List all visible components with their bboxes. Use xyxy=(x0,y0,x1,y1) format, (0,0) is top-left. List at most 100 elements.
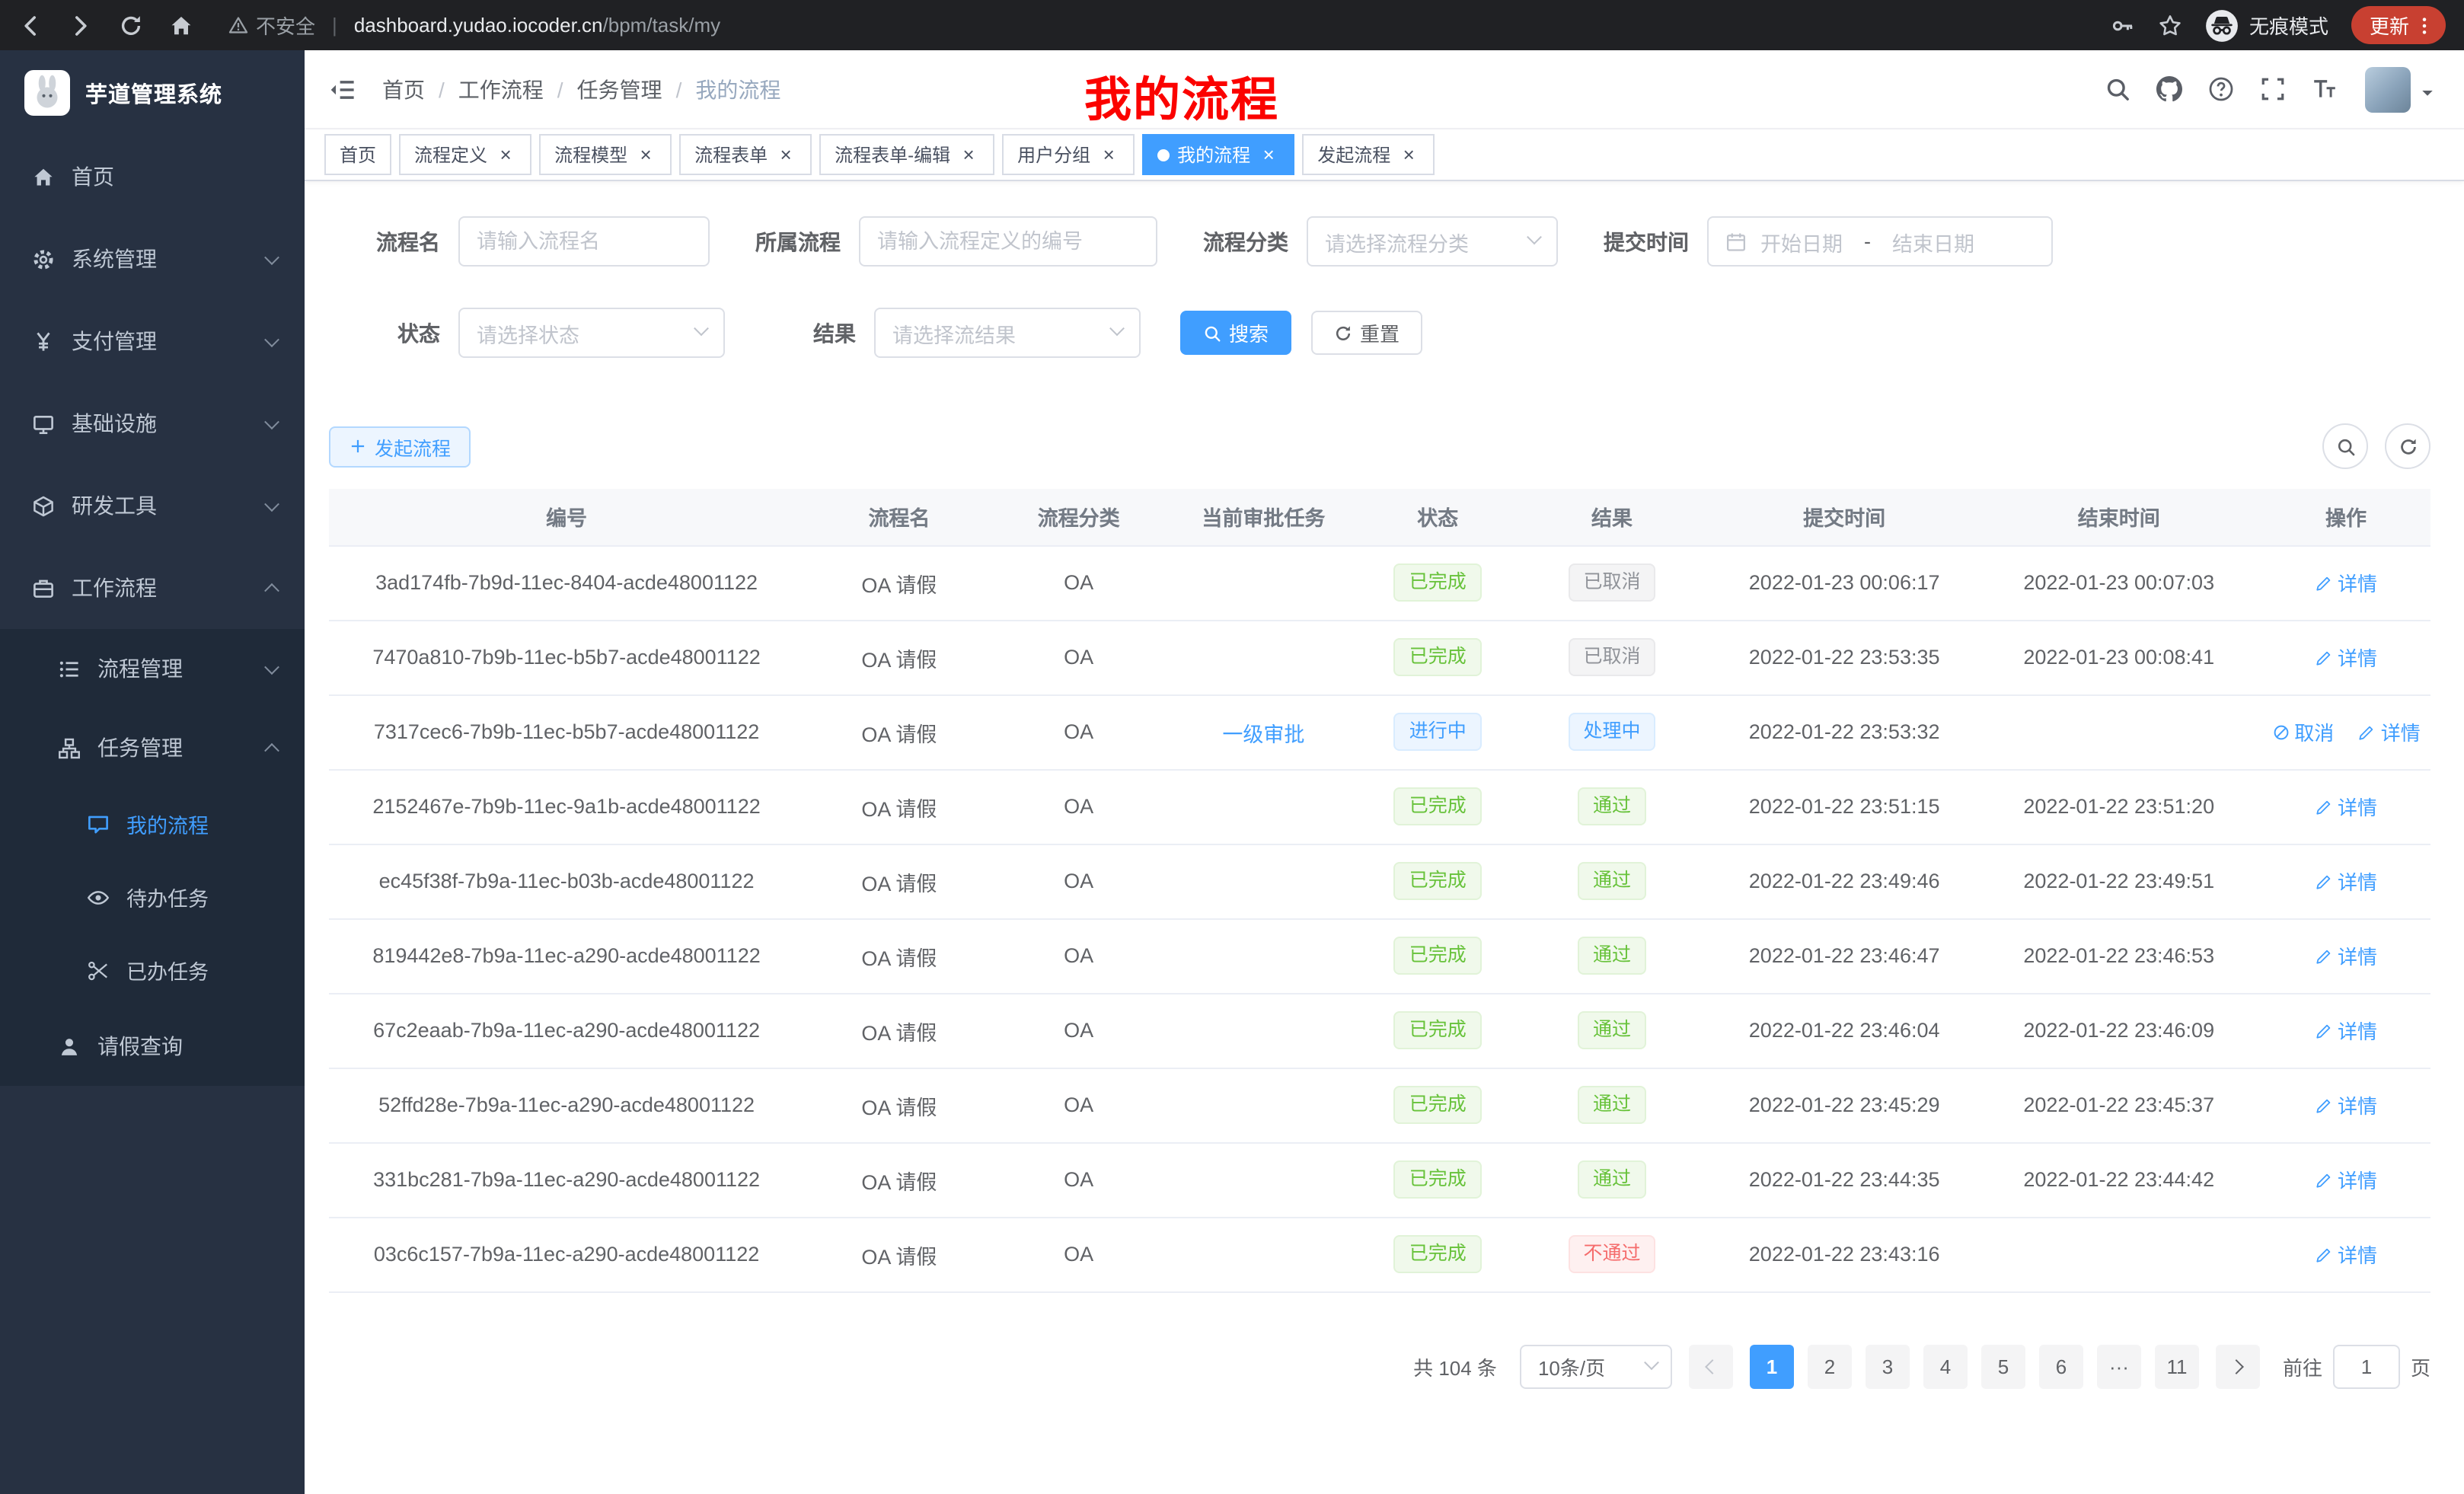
tab[interactable]: 流程表单 × xyxy=(679,134,812,175)
browser-menu-icon[interactable] xyxy=(2414,14,2435,36)
detail-action[interactable]: 详情 xyxy=(2315,792,2377,821)
sidebar-item[interactable]: 支付管理 xyxy=(0,300,305,382)
browser-reload-icon[interactable] xyxy=(119,13,143,37)
result-field: 结果 请选择流结果 xyxy=(764,308,1141,358)
tab[interactable]: 发起流程 × xyxy=(1302,134,1435,175)
not-secure-badge[interactable]: 不安全 xyxy=(228,11,315,40)
table-row: 331bc281-7b9a-11ec-a290-acde48001122 OA … xyxy=(329,1142,2430,1217)
sidebar-item[interactable]: 请假查询 xyxy=(0,1007,305,1086)
detail-action[interactable]: 详情 xyxy=(2315,867,2377,895)
tab-close-icon[interactable]: × xyxy=(1098,144,1119,165)
page-button[interactable]: 5 xyxy=(1981,1344,2025,1388)
sidebar-item[interactable]: 任务管理 xyxy=(0,708,305,787)
table-row: 52ffd28e-7b9a-11ec-a290-acde48001122 OA … xyxy=(329,1068,2430,1142)
breadcrumb-item[interactable]: 首页 / xyxy=(382,74,458,104)
search-button[interactable]: 搜索 xyxy=(1180,311,1291,355)
page-button[interactable]: 2 xyxy=(1808,1344,1852,1388)
update-button[interactable]: 更新 xyxy=(2351,6,2446,44)
submit-time-range-picker[interactable]: 开始日期 - 结束日期 xyxy=(1707,216,2053,267)
cancel-action[interactable]: 取消 xyxy=(2271,717,2334,746)
sidebar-item[interactable]: 已办任务 xyxy=(0,934,305,1007)
refresh-icon[interactable] xyxy=(2385,423,2430,469)
chevron-icon xyxy=(264,413,279,429)
detail-action[interactable]: 详情 xyxy=(2315,1165,2377,1194)
reset-button[interactable]: 重置 xyxy=(1311,311,1422,355)
detail-action[interactable]: 详情 xyxy=(2315,1090,2377,1119)
page-button[interactable]: 3 xyxy=(1866,1344,1910,1388)
app-logo[interactable]: 芋道管理系统 xyxy=(0,50,305,136)
page-button[interactable]: ··· xyxy=(2097,1344,2141,1388)
tab-close-icon[interactable]: × xyxy=(775,144,796,165)
detail-action[interactable]: 详情 xyxy=(2315,941,2377,970)
user-avatar[interactable] xyxy=(2365,66,2411,112)
github-icon[interactable] xyxy=(2156,76,2182,102)
cell-submit-time: 2022-01-22 23:44:35 xyxy=(1712,1142,1977,1217)
incognito-badge: 无痕模式 xyxy=(2205,8,2328,42)
sidebar-collapse-icon[interactable] xyxy=(329,75,356,103)
detail-action[interactable]: 详情 xyxy=(2315,1240,2377,1269)
detail-action[interactable]: 详情 xyxy=(2358,717,2421,746)
goto-page-input[interactable] xyxy=(2333,1344,2400,1388)
fullscreen-icon[interactable] xyxy=(2260,76,2286,102)
create-process-button[interactable]: 发起流程 xyxy=(329,426,471,467)
chevron-icon xyxy=(264,659,279,674)
caret-down-icon[interactable] xyxy=(2418,83,2437,101)
table-row: 2152467e-7b9b-11ec-9a1b-acde48001122 OA … xyxy=(329,769,2430,844)
tab[interactable]: 流程定义 × xyxy=(399,134,531,175)
browser-home-icon[interactable] xyxy=(169,13,193,37)
process-name-input[interactable] xyxy=(458,216,710,267)
page-button[interactable]: 4 xyxy=(1923,1344,1968,1388)
browser-forward-icon[interactable] xyxy=(69,13,93,37)
sidebar-item[interactable]: 流程管理 xyxy=(0,629,305,708)
header-actions xyxy=(2079,66,2437,112)
breadcrumb-item[interactable]: 我的流程 / xyxy=(695,74,780,104)
status-tag: 已完成 xyxy=(1394,1235,1482,1273)
tab[interactable]: 用户分组 × xyxy=(1002,134,1135,175)
sidebar-item[interactable]: 系统管理 xyxy=(0,218,305,300)
tab-close-icon[interactable]: × xyxy=(635,144,656,165)
tab[interactable]: 首页 × xyxy=(324,134,391,175)
tab[interactable]: 流程表单-编辑 × xyxy=(819,134,994,175)
next-page-button[interactable] xyxy=(2216,1344,2260,1388)
tab-close-icon[interactable]: × xyxy=(1258,144,1279,165)
detail-label: 详情 xyxy=(2338,941,2377,970)
sidebar-item[interactable]: 待办任务 xyxy=(0,860,305,934)
bookmark-star-icon[interactable] xyxy=(2158,13,2182,37)
sidebar-item[interactable]: 基础设施 xyxy=(0,382,305,464)
detail-action[interactable]: 详情 xyxy=(2315,643,2377,672)
sidebar-item[interactable]: 研发工具 xyxy=(0,464,305,547)
status-select[interactable]: 请选择状态 xyxy=(458,308,725,358)
tab[interactable]: 流程模型 × xyxy=(539,134,672,175)
sidebar-item[interactable]: 首页 xyxy=(0,136,305,218)
tab-close-icon[interactable]: × xyxy=(1398,144,1419,165)
help-icon[interactable] xyxy=(2208,76,2234,102)
browser-back-icon[interactable] xyxy=(18,13,43,37)
toggle-search-icon[interactable] xyxy=(2322,423,2368,469)
tab-close-icon[interactable]: × xyxy=(495,144,516,165)
header-search-icon[interactable] xyxy=(2105,76,2130,102)
page-button[interactable]: 6 xyxy=(2039,1344,2083,1388)
breadcrumb-item[interactable]: 任务管理 / xyxy=(577,74,696,104)
sidebar-item[interactable]: 工作流程 xyxy=(0,547,305,629)
cell-actions: 取消 详情 xyxy=(2261,769,2430,844)
font-size-icon[interactable] xyxy=(2312,76,2338,102)
page-button[interactable]: 11 xyxy=(2155,1344,2199,1388)
page-size-select[interactable]: 10条/页 xyxy=(1520,1344,1672,1388)
process-definition-input[interactable] xyxy=(859,216,1157,267)
detail-action[interactable]: 详情 xyxy=(2315,568,2377,597)
prev-page-button[interactable] xyxy=(1689,1344,1733,1388)
sidebar-item[interactable]: 我的流程 xyxy=(0,787,305,860)
current-task-link[interactable]: 一级审批 xyxy=(1222,723,1304,745)
process-category-select[interactable]: 请选择流程分类 xyxy=(1307,216,1558,267)
password-key-icon[interactable] xyxy=(2111,13,2135,37)
result-select[interactable]: 请选择流结果 xyxy=(874,308,1141,358)
breadcrumb-item[interactable]: 工作流程 / xyxy=(458,74,577,104)
cube-icon xyxy=(32,494,55,517)
tab-close-icon[interactable]: × xyxy=(958,144,979,165)
page-button[interactable]: 1 xyxy=(1750,1344,1794,1388)
cell-end-time: 2022-01-22 23:51:20 xyxy=(1977,769,2261,844)
detail-action[interactable]: 详情 xyxy=(2315,1016,2377,1045)
address-bar[interactable]: 不安全 | dashboard.yudao.iocoder.cn /bpm/ta… xyxy=(228,11,2111,40)
tab[interactable]: 我的流程 × xyxy=(1142,134,1294,175)
status-tag: 已完成 xyxy=(1394,1086,1482,1124)
